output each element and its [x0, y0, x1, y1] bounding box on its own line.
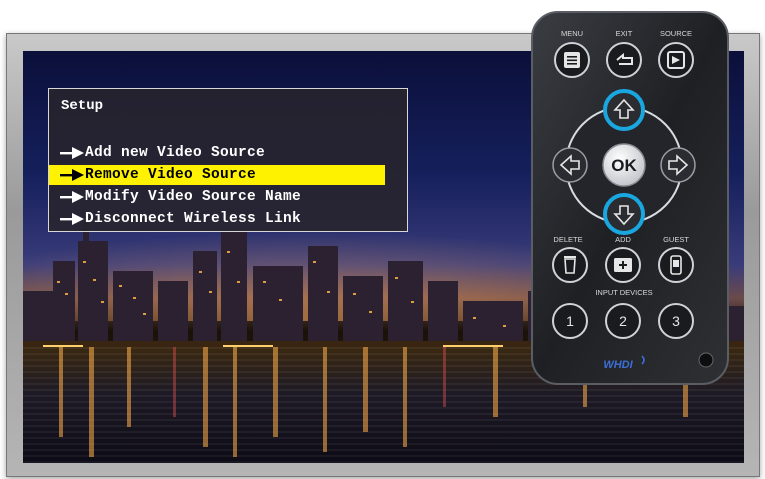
input-device-2-button[interactable]: 2 — [605, 303, 641, 339]
right-arrow-button[interactable] — [660, 147, 696, 183]
osd-item-modify-video-source-name[interactable]: Modify Video Source Name — [49, 187, 385, 207]
arrow-right-icon — [49, 187, 85, 207]
osd-item-remove-video-source[interactable]: Remove Video Source — [49, 165, 385, 185]
input-device-3-button[interactable]: 3 — [658, 303, 694, 339]
source-label: SOURCE — [660, 29, 692, 38]
ok-button[interactable]: OK — [602, 143, 646, 187]
down-arrow-button[interactable] — [603, 193, 645, 235]
exit-label: EXIT — [616, 29, 633, 38]
left-arrow-button[interactable] — [552, 147, 588, 183]
remote-control: MENU EXIT SOURCE OK DELETE ADD GUEST INP… — [531, 11, 729, 385]
menu-button[interactable] — [554, 42, 590, 78]
osd-title: Setup — [61, 98, 104, 114]
remote-lanyard-hole — [698, 352, 714, 368]
delete-button[interactable] — [552, 247, 588, 283]
ok-label: OK — [611, 156, 637, 175]
osd-item-label: Add new Video Source — [85, 145, 266, 161]
osd-item-label: Remove Video Source — [85, 167, 257, 183]
whdi-logo: WHDI — [603, 359, 633, 371]
menu-icon — [564, 52, 580, 68]
osd-item-label: Disconnect Wireless Link — [85, 211, 302, 227]
input-devices-label: INPUT DEVICES — [595, 288, 652, 297]
menu-label: MENU — [561, 29, 583, 38]
input-device-1-label: 1 — [566, 313, 574, 329]
input-device-3-label: 3 — [672, 313, 680, 329]
guest-label: GUEST — [663, 235, 689, 244]
up-arrow-button[interactable] — [603, 89, 645, 131]
arrow-right-icon — [49, 165, 85, 185]
delete-label: DELETE — [553, 235, 582, 244]
guest-button[interactable] — [658, 247, 694, 283]
arrow-right-icon — [49, 143, 85, 163]
source-button[interactable] — [658, 42, 694, 78]
osd-item-add-video-source[interactable]: Add new Video Source — [49, 143, 385, 163]
arrow-right-icon — [49, 209, 85, 229]
osd-setup-menu: Setup Add new Video Source Remove Video … — [48, 88, 408, 232]
osd-item-label: Modify Video Source Name — [85, 189, 302, 205]
input-device-1-button[interactable]: 1 — [552, 303, 588, 339]
add-folder-icon — [614, 258, 632, 272]
add-label: ADD — [615, 235, 631, 244]
input-device-2-label: 2 — [619, 313, 627, 329]
add-button[interactable] — [605, 247, 641, 283]
exit-button[interactable] — [606, 42, 642, 78]
osd-item-disconnect-wireless-link[interactable]: Disconnect Wireless Link — [49, 209, 385, 229]
